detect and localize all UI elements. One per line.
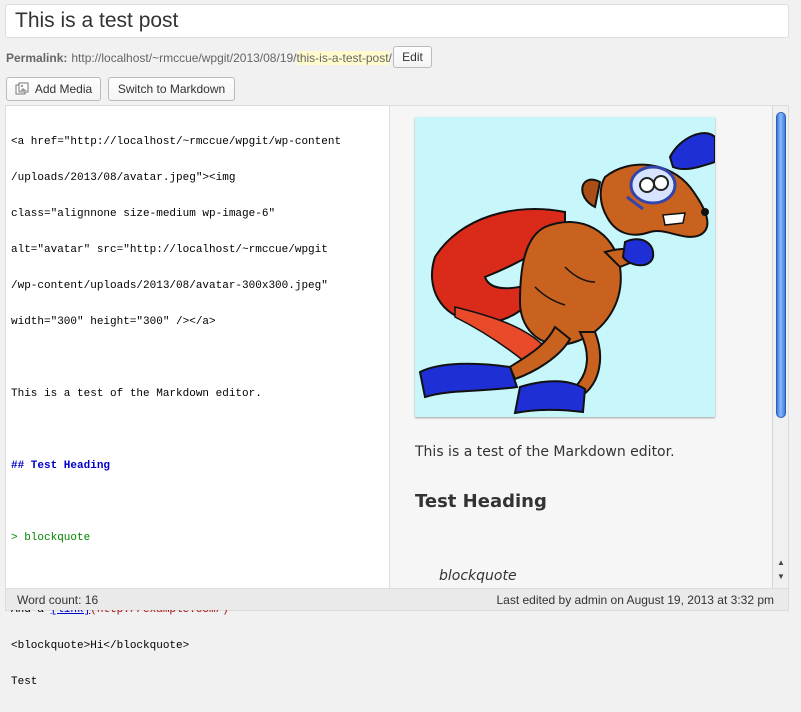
status-bar: Word count: 16 Last edited by admin on A…	[6, 588, 788, 610]
superhero-dog-illustration	[415, 117, 716, 417]
permalink-base-url: http://localhost/~rmccue/wpgit/2013/08/1…	[71, 51, 297, 65]
scrollbar-thumb[interactable]	[776, 112, 786, 418]
source-line: /wp-content/uploads/2013/08/avatar-300x3…	[11, 280, 328, 292]
source-line: /uploads/2013/08/avatar.jpeg"><img	[11, 172, 236, 184]
source-line: width="300" height="300" /></a>	[11, 316, 216, 328]
permalink-label: Permalink:	[6, 51, 68, 65]
source-html-line: <blockquote>Hi</blockquote>	[11, 640, 190, 652]
avatar-image	[415, 117, 716, 417]
source-quote: > blockquote	[11, 532, 91, 544]
switch-to-markdown-button[interactable]: Switch to Markdown	[108, 77, 235, 101]
scroll-up-arrow-icon[interactable]: ▲	[776, 558, 786, 568]
source-heading: ## Test Heading	[11, 460, 111, 472]
source-line: class="alignnone size-medium wp-image-6"	[11, 208, 276, 220]
markdown-preview-pane: This is a test of the Markdown editor. T…	[390, 106, 772, 588]
source-paragraph: This is a test of the Markdown editor.	[11, 388, 262, 400]
last-edited-info: Last edited by admin on August 19, 2013 …	[496, 593, 774, 607]
editor-container: <a href="http://localhost/~rmccue/wpgit/…	[5, 105, 789, 688]
source-line: <a href="http://localhost/~rmccue/wpgit/…	[11, 136, 342, 148]
preview-paragraph: This is a test of the Markdown editor.	[415, 444, 675, 460]
markdown-source-editor[interactable]: <a href="http://localhost/~rmccue/wpgit/…	[6, 106, 390, 688]
post-title-text: This is a test post	[15, 9, 179, 32]
add-media-label: Add Media	[34, 82, 93, 96]
post-title-field[interactable]: This is a test post	[5, 4, 789, 38]
source-code: <a href="http://localhost/~rmccue/wpgit/…	[11, 112, 389, 712]
permalink-slug[interactable]: this-is-a-test-post	[296, 51, 389, 65]
preview-blockquote: blockquote	[439, 568, 517, 584]
source-line: alt="avatar" src="http://localhost/~rmcc…	[11, 244, 328, 256]
permalink-trailing-slash: /	[388, 51, 392, 65]
scroll-down-arrow-icon[interactable]: ▼	[776, 572, 786, 582]
preview-heading: Test Heading	[415, 491, 547, 512]
permalink-row: Permalink: http://localhost/~rmccue/wpgi…	[6, 47, 392, 69]
media-icon	[15, 82, 29, 95]
permalink-edit-button[interactable]: Edit	[393, 46, 432, 68]
word-count: Word count: 16	[17, 593, 99, 607]
source-last-line: Test	[11, 676, 38, 688]
add-media-button[interactable]: Add Media	[6, 77, 101, 101]
preview-scrollbar[interactable]: ▲ ▼	[772, 106, 788, 588]
